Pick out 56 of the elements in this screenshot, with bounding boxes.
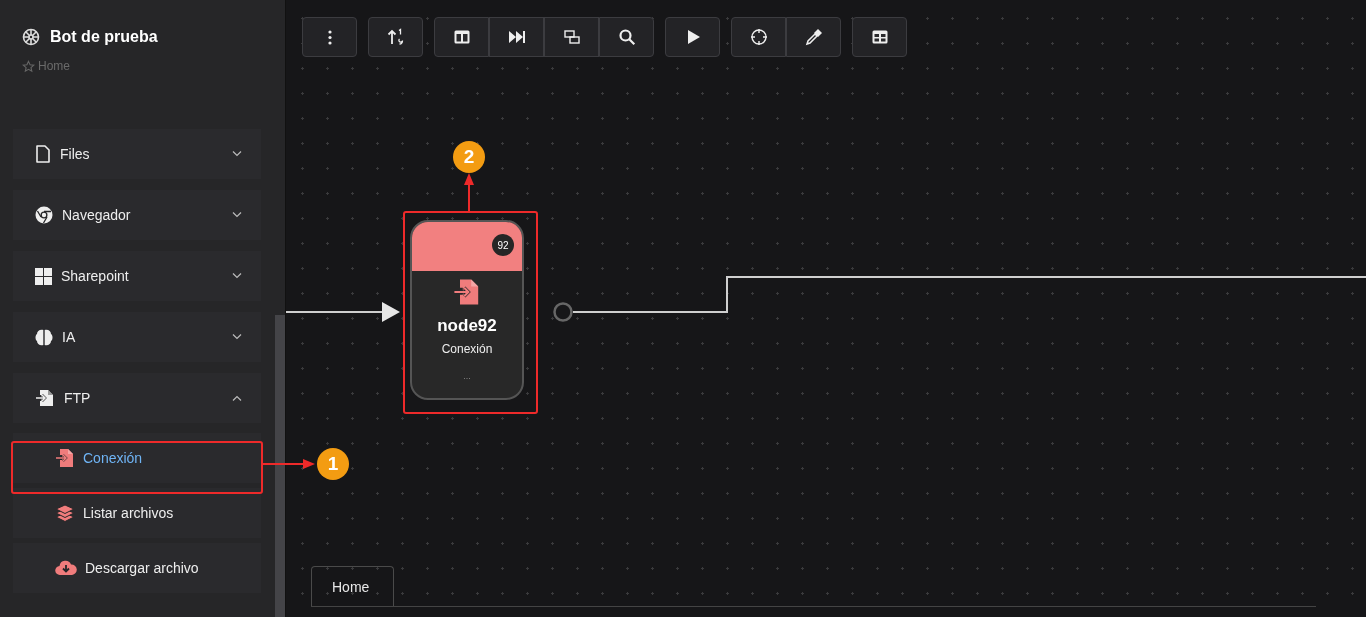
group-button[interactable] bbox=[544, 17, 599, 57]
file-icon bbox=[35, 145, 51, 163]
project-title: Bot de prueba bbox=[50, 28, 158, 46]
node-subtitle: Conexión bbox=[441, 342, 493, 356]
file-import-icon bbox=[55, 448, 75, 468]
menu-group-label: IA bbox=[62, 329, 77, 345]
fast-forward-icon bbox=[507, 28, 526, 46]
brain-icon bbox=[35, 328, 53, 346]
cloud-download-icon bbox=[55, 560, 77, 576]
columns-icon bbox=[452, 28, 471, 46]
columns-button[interactable] bbox=[434, 17, 489, 57]
output-port[interactable] bbox=[553, 302, 573, 322]
play-button[interactable] bbox=[665, 17, 720, 57]
menu-item-label: Listar archivos bbox=[83, 505, 174, 521]
more-vertical-icon bbox=[327, 29, 332, 45]
menu-group[interactable]: Files bbox=[13, 129, 261, 179]
menu-group-label: Sharepoint bbox=[61, 268, 130, 284]
menu-item[interactable]: Descargar archivo bbox=[13, 543, 261, 593]
crosshair-icon bbox=[749, 28, 768, 46]
grid-icon bbox=[35, 267, 52, 285]
group-icon bbox=[562, 28, 581, 46]
node-more-text: ... bbox=[463, 371, 471, 381]
sort-icon bbox=[386, 28, 405, 46]
table-icon bbox=[870, 28, 889, 46]
search-button[interactable] bbox=[599, 17, 654, 57]
annotation-arrow bbox=[464, 173, 474, 212]
menu-group-label: FTP bbox=[64, 390, 92, 406]
menu-group[interactable]: Navegador bbox=[13, 190, 261, 240]
file-import-icon bbox=[35, 389, 55, 407]
menu-group[interactable]: Sharepoint bbox=[13, 251, 261, 301]
scrollbar[interactable] bbox=[275, 315, 285, 617]
menu-item[interactable]: Conexión bbox=[13, 433, 261, 483]
annotation-arrow bbox=[261, 459, 315, 469]
eyedropper-icon bbox=[804, 28, 823, 46]
menu-group[interactable]: FTP bbox=[13, 373, 261, 423]
eyedropper-button[interactable] bbox=[786, 17, 841, 57]
crosshair-button[interactable] bbox=[731, 17, 786, 57]
node-title: node92 bbox=[437, 316, 497, 336]
page-tab[interactable]: Home bbox=[311, 566, 394, 606]
file-import-icon bbox=[453, 277, 481, 307]
menu-item-label: Conexión bbox=[83, 450, 143, 466]
menu-group-label: Files bbox=[60, 146, 91, 162]
menu-item[interactable]: Listar archivos bbox=[13, 488, 261, 538]
layers-icon bbox=[55, 503, 75, 523]
node-id-badge: 92 bbox=[492, 234, 514, 256]
fast-forward-button[interactable] bbox=[489, 17, 544, 57]
star-icon bbox=[22, 59, 35, 73]
menu-item-label: Descargar archivo bbox=[85, 560, 199, 576]
globe-icon bbox=[35, 206, 53, 224]
menu-group-label: Navegador bbox=[62, 207, 132, 223]
flow-node[interactable]: 92 node92 Conexión ... bbox=[410, 220, 524, 400]
table-button[interactable] bbox=[852, 17, 907, 57]
wheel-icon bbox=[22, 28, 40, 46]
menu-group[interactable]: IA bbox=[13, 312, 261, 362]
sort-button[interactable] bbox=[368, 17, 423, 57]
search-icon bbox=[617, 28, 636, 46]
